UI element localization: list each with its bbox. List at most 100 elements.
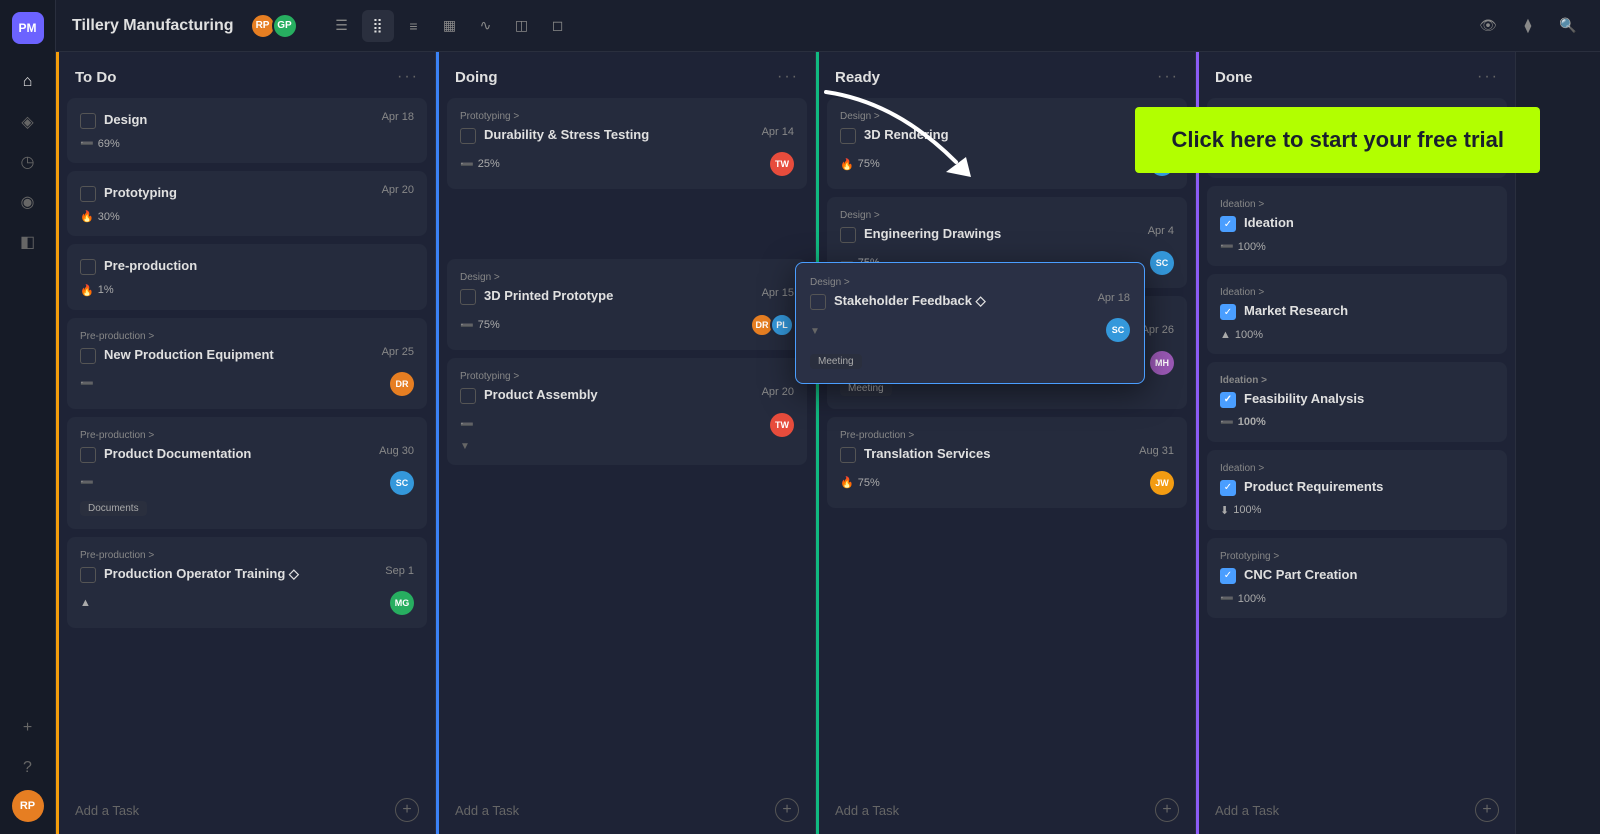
task-progress: ➖ 69% (80, 137, 120, 150)
task-card-design[interactable]: Design Apr 18 ➖ 69% (67, 98, 427, 163)
add-task-done[interactable]: Add a Task + (1199, 786, 1515, 834)
task-checkbox[interactable] (80, 259, 96, 275)
chart-view-button[interactable]: ∿ (470, 10, 502, 42)
task-card-3d-rendering[interactable]: Design > 3D Rendering Apr 6 🔥 75% SC (827, 98, 1187, 189)
add-task-doing[interactable]: Add a Task + (439, 786, 815, 834)
task-checkbox[interactable] (1220, 392, 1236, 408)
floating-card-checkbox[interactable] (810, 294, 826, 310)
column-done-menu[interactable]: ··· (1477, 68, 1499, 86)
task-card-product-assembly[interactable]: Prototyping > Product Assembly Apr 20 ➖ … (447, 358, 807, 464)
task-card-new-production-equipment[interactable]: Pre-production > New Production Equipmen… (67, 318, 427, 409)
add-task-button-doing[interactable]: + (775, 798, 799, 822)
progress-icon: ➖ (460, 418, 474, 431)
task-card-ideation-done[interactable]: Ideation > Ideation ➖ 100% (1207, 186, 1507, 266)
task-progress: ▲ 100% (1220, 329, 1263, 341)
add-task-button-ready[interactable]: + (1155, 798, 1179, 822)
card-parent: Pre-production > (80, 331, 414, 342)
app-logo[interactable]: PM (12, 12, 44, 44)
list-view-button[interactable]: ☰ (326, 10, 358, 42)
header: Tillery Manufacturing RP GP ☰ ⣿ ≡ ▦ ∿ ◫ … (56, 0, 1600, 52)
task-card-feasibility-done[interactable]: Ideation > Feasibility Analysis ➖ 100% (1207, 362, 1507, 442)
column-doing-menu[interactable]: ··· (777, 68, 799, 86)
task-checkbox[interactable] (80, 348, 96, 364)
avatar-gp[interactable]: GP (272, 13, 298, 39)
header-tools: ☰ ⣿ ≡ ▦ ∿ ◫ ◻ (326, 10, 574, 42)
task-card-market-research-done[interactable]: Ideation > Market Research ▲ 100% (1207, 274, 1507, 353)
add-task-button-todo[interactable]: + (395, 798, 419, 822)
task-checkbox[interactable] (460, 128, 476, 144)
column-ready-menu[interactable]: ··· (1157, 68, 1179, 86)
table-view-button[interactable]: ▦ (434, 10, 466, 42)
task-checkbox[interactable] (1220, 480, 1236, 496)
sidebar-item-projects[interactable]: ◧ (10, 224, 46, 260)
floating-card: Design > Stakeholder Feedback ◇ Apr 18 ▼… (795, 262, 1145, 384)
task-avatar: TW (770, 152, 794, 176)
task-card-translation-services[interactable]: Pre-production > Translation Services Au… (827, 417, 1187, 508)
task-title: Production Operator Training ◇ (104, 565, 377, 583)
progress-icon: ➖ (1220, 592, 1234, 605)
column-doing-title: Doing (455, 69, 498, 86)
task-avatar: SC (1150, 251, 1174, 275)
task-checkbox[interactable] (80, 567, 96, 583)
task-card-preproduction[interactable]: Pre-production 🔥 1% (67, 244, 427, 309)
sidebar-item-people[interactable]: ◉ (10, 184, 46, 220)
task-checkbox[interactable] (1220, 568, 1236, 584)
task-card-cnc-done[interactable]: Prototyping > CNC Part Creation ➖ 100% (1207, 538, 1507, 618)
floating-card-title: Stakeholder Feedback ◇ (834, 292, 1090, 310)
task-checkbox[interactable] (1220, 216, 1236, 232)
calendar-view-button[interactable]: ◫ (506, 10, 538, 42)
card-parent: Ideation > (1220, 199, 1494, 210)
task-progress: 🔥 75% (840, 158, 880, 171)
task-card-durability[interactable]: Prototyping > Durability & Stress Testin… (447, 98, 807, 189)
card-chevron: ▼ (460, 441, 794, 452)
task-card-prototyping[interactable]: Prototyping Apr 20 🔥 30% (67, 171, 427, 236)
task-card-3d-prototype[interactable]: Design > 3D Printed Prototype Apr 15 ➖ 7… (447, 259, 807, 350)
task-card-product-documentation[interactable]: Pre-production > Product Documentation A… (67, 417, 427, 529)
task-checkbox[interactable] (80, 447, 96, 463)
board-view-button[interactable]: ⣿ (362, 10, 394, 42)
add-task-todo[interactable]: Add a Task + (59, 786, 435, 834)
column-todo-title: To Do (75, 69, 116, 86)
doing-cards: Prototyping > Durability & Stress Testin… (439, 98, 815, 786)
progress-icon: ➖ (1220, 416, 1234, 429)
floating-card-tag: Meeting (810, 354, 862, 369)
card-parent: Prototyping > (1220, 551, 1494, 562)
search-button[interactable]: 🔍 (1552, 10, 1584, 42)
gantt-view-button[interactable]: ≡ (398, 10, 430, 42)
task-avatar-pl: PL (770, 313, 794, 337)
task-checkbox[interactable] (1220, 304, 1236, 320)
task-checkbox[interactable] (460, 388, 476, 404)
column-ready-header: Ready ··· (819, 52, 1195, 98)
add-task-button-done[interactable]: + (1475, 798, 1499, 822)
sidebar-item-time[interactable]: ◷ (10, 144, 46, 180)
sidebar-item-add[interactable]: + (10, 710, 46, 746)
column-todo-menu[interactable]: ··· (397, 68, 419, 86)
task-title: Engineering Drawings (864, 225, 1140, 243)
task-title: Product Assembly (484, 386, 754, 404)
eye-button[interactable]: 👁 (1472, 10, 1504, 42)
sidebar-item-home[interactable]: ⌂ (10, 64, 46, 100)
task-checkbox[interactable] (840, 128, 856, 144)
add-task-ready[interactable]: Add a Task + (819, 786, 1195, 834)
task-checkbox[interactable] (840, 227, 856, 243)
task-checkbox[interactable] (80, 186, 96, 202)
progress-icon: ⬇ (1220, 504, 1229, 517)
sidebar-item-activity[interactable]: ◈ (10, 104, 46, 140)
task-checkbox[interactable] (80, 113, 96, 129)
task-title: 3D Rendering (864, 126, 1140, 144)
user-avatar[interactable]: RP (12, 790, 44, 822)
filter-button[interactable]: ⧫ (1512, 10, 1544, 42)
free-trial-banner[interactable]: Click here to start your free trial (1135, 107, 1540, 173)
task-card-product-requirements-done[interactable]: Ideation > Product Requirements ⬇ 100% (1207, 450, 1507, 530)
card-parent: Prototyping > (460, 111, 794, 122)
progress-value: 30% (98, 211, 120, 223)
task-checkbox[interactable] (840, 447, 856, 463)
progress-value: 100% (1235, 329, 1263, 341)
sidebar-item-help[interactable]: ? (10, 750, 46, 786)
task-checkbox[interactable] (460, 289, 476, 305)
task-progress: ➖ (80, 377, 94, 390)
doc-view-button[interactable]: ◻ (542, 10, 574, 42)
task-card-production-operator-training[interactable]: Pre-production > Production Operator Tra… (67, 537, 427, 628)
task-title: Translation Services (864, 445, 1131, 463)
progress-icon: 🔥 (80, 210, 94, 223)
